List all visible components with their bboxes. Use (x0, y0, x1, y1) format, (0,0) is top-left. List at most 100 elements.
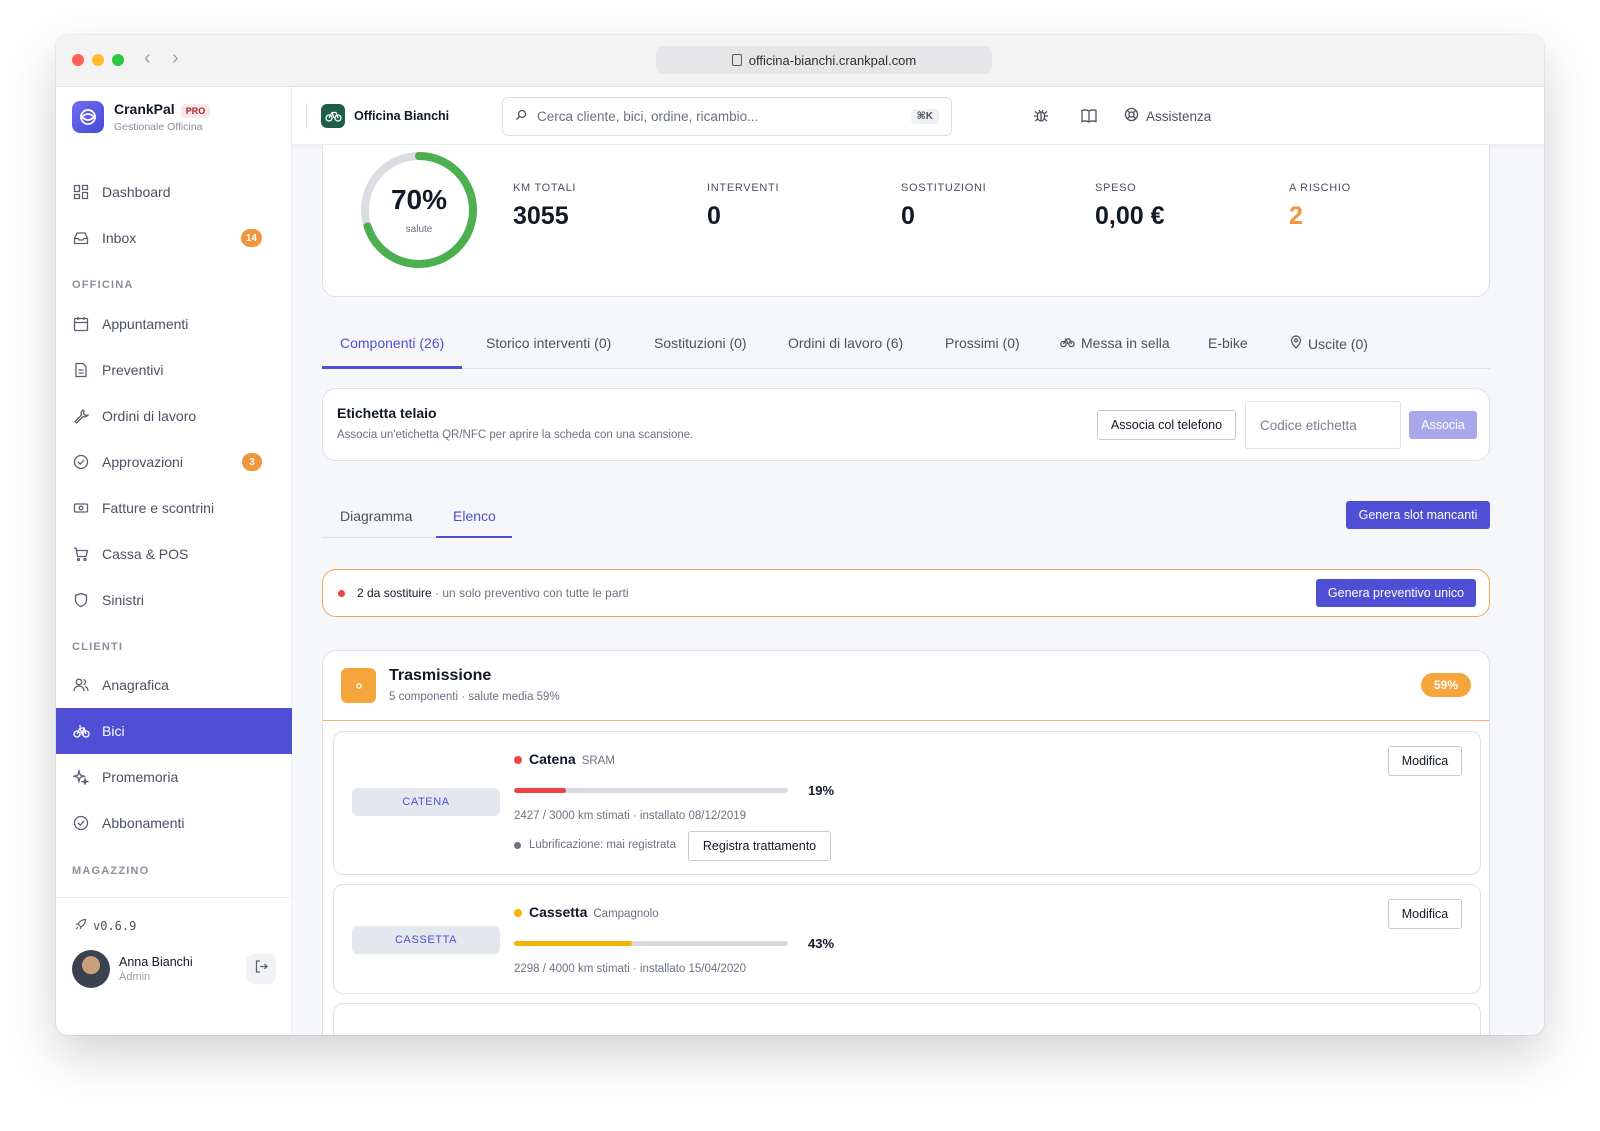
stat-value: 0 (901, 202, 915, 230)
group-subtitle: 5 componenti · salute media 59% (389, 691, 560, 703)
component-usage: 2298 / 4000 km stimati · installato 15/0… (514, 963, 747, 975)
associate-phone-button[interactable]: Associa col telefono (1097, 410, 1236, 440)
cart-icon (72, 545, 90, 563)
avatar (72, 950, 110, 988)
stat-value: 3055 (513, 202, 569, 230)
component-name-text: Catena (529, 751, 576, 767)
docs-book-icon[interactable] (1080, 107, 1098, 130)
sidebar-item-ordini-di-lavoro[interactable]: Ordini di lavoro (56, 393, 292, 439)
sidebar-item-anagrafica[interactable]: Anagrafica (56, 662, 292, 708)
component-name-text: Cassetta (529, 904, 588, 920)
sidebar-item-label: Fatture e scontrini (102, 500, 215, 516)
shop-switcher[interactable]: Officina Bianchi (306, 103, 449, 129)
bike-icon (1060, 335, 1075, 351)
edit-component-button[interactable]: Modifica (1388, 899, 1462, 929)
generate-missing-slots-button[interactable]: Genera slot mancanti (1346, 501, 1490, 529)
sidebar-item-cassa-pos[interactable]: Cassa & POS (56, 531, 292, 577)
tag-code-input[interactable] (1245, 401, 1401, 449)
component-health-percent: 19% (808, 783, 835, 798)
alert-detail: · un solo preventivo con tutte le parti (431, 586, 629, 600)
minimize-window-button[interactable] (92, 54, 104, 66)
component-slot-chip: CATENA (352, 788, 500, 816)
check-circle-icon (72, 453, 90, 471)
search-shortcut: ⌘K (910, 109, 939, 124)
component-health-bar (514, 941, 788, 946)
sidebar-item-inbox[interactable]: Inbox 14 (56, 215, 292, 261)
back-arrow-icon[interactable]: ‹ (144, 47, 151, 70)
component-health-fill (514, 941, 632, 946)
shop-name: Officina Bianchi (354, 109, 450, 123)
stat-value: 0,00 € (1095, 202, 1165, 230)
sidebar-item-label: Appuntamenti (102, 316, 189, 332)
associate-button[interactable]: Associa (1409, 411, 1477, 439)
logout-icon (254, 959, 269, 979)
user-profile[interactable]: Anna Bianchi Admin (72, 950, 193, 988)
tab-sostituzioni[interactable]: Sostituzioni (0) (654, 335, 747, 351)
stat-label: SOSTITUZIONI (901, 182, 987, 194)
rocket-icon (74, 918, 87, 934)
stat-sostituzioni: SOSTITUZIONI 0 (901, 182, 986, 231)
active-tab-indicator (322, 366, 462, 369)
close-window-button[interactable] (72, 54, 84, 66)
group-header[interactable]: Trasmissione 5 componenti · salute media… (323, 651, 1489, 721)
sidebar-item-fatture[interactable]: Fatture e scontrini (56, 485, 292, 531)
sidebar-item-approvazioni[interactable]: Approvazioni 3 (56, 439, 292, 485)
section-clienti: CLIENTI (72, 641, 124, 653)
logout-button[interactable] (246, 954, 276, 984)
users-icon (72, 676, 90, 694)
lubrication-status: Lubrificazione: mai registrata (514, 839, 676, 851)
user-role: Admin (119, 971, 151, 983)
sidebar-item-label: Promemoria (102, 769, 179, 785)
component-name: Cassetta Campagnolo (529, 904, 659, 920)
tab-storico-interventi[interactable]: Storico interventi (0) (486, 335, 611, 351)
component-health-bar (514, 788, 788, 793)
sparkles-icon (72, 768, 90, 786)
sidebar-item-appuntamenti[interactable]: Appuntamenti (56, 301, 292, 347)
bug-report-icon[interactable] (1032, 107, 1050, 130)
register-treatment-button[interactable]: Registra trattamento (688, 831, 831, 861)
sidebar-item-dashboard[interactable]: Dashboard (56, 169, 292, 215)
sidebar-item-sinistri[interactable]: Sinistri (56, 577, 292, 623)
sidebar-item-label: Approvazioni (102, 454, 183, 470)
tab-uscite[interactable]: Uscite (0) (1290, 335, 1368, 352)
section-magazzino: MAGAZZINO (72, 865, 150, 877)
section-officina: OFFICINA (72, 279, 134, 291)
stat-interventi: INTERVENTI 0 (707, 182, 779, 231)
brand-name: CrankPal (114, 101, 175, 117)
component-health-fill (514, 788, 567, 793)
component-brand: Campagnolo (593, 908, 659, 920)
calendar-icon (72, 315, 90, 333)
zoom-window-button[interactable] (112, 54, 124, 66)
sidebar-item-abbonamenti[interactable]: Abbonamenti (56, 800, 292, 846)
tab-elenco[interactable]: Elenco (453, 508, 496, 524)
component-slot-chip: CASSETTA (352, 926, 500, 954)
generate-single-quote-button[interactable]: Genera preventivo unico (1316, 579, 1476, 607)
sidebar-item-label: Sinistri (102, 592, 145, 608)
tab-diagramma[interactable]: Diagramma (340, 508, 412, 524)
url-text: officina-bianchi.crankpal.com (748, 52, 917, 68)
health-label: salute (405, 224, 433, 235)
group-title: Trasmissione (389, 667, 492, 684)
edit-component-button[interactable]: Modifica (1388, 746, 1462, 776)
alert-count: 2 da sostituire (357, 586, 432, 600)
sidebar-item-preventivi[interactable]: Preventivi (56, 347, 292, 393)
pro-badge: PRO (180, 104, 211, 118)
sidebar-item-bici[interactable]: Bici (56, 708, 292, 754)
help-button[interactable]: Assistenza (1124, 107, 1211, 125)
page-icon (731, 54, 742, 66)
approvals-count-badge: 3 (242, 453, 262, 471)
address-bar[interactable]: officina-bianchi.crankpal.com (656, 46, 992, 74)
tab-ordini-di-lavoro[interactable]: Ordini di lavoro (6) (788, 335, 903, 351)
tab-messa-in-sella[interactable]: Messa in sella (1060, 335, 1170, 351)
drivetrain-icon (341, 668, 376, 703)
tab-e-bike[interactable]: E-bike (1208, 335, 1248, 351)
stat-a-rischio: A RISCHIO 2 (1289, 182, 1351, 231)
browser-window: ‹ › officina-bianchi.crankpal.com CrankP… (56, 35, 1544, 1035)
global-search-input[interactable]: Cerca cliente, bici, ordine, ricambio...… (502, 97, 952, 136)
tab-componenti[interactable]: Componenti (26) (340, 335, 444, 351)
brand[interactable]: CrankPal PRO Gestionale Officina (72, 101, 211, 133)
forward-arrow-icon[interactable]: › (172, 47, 179, 70)
stat-km-totali: KM TOTALI 3055 (513, 182, 576, 231)
tab-prossimi[interactable]: Prossimi (0) (945, 335, 1020, 351)
sidebar-item-promemoria[interactable]: Promemoria (56, 754, 292, 800)
